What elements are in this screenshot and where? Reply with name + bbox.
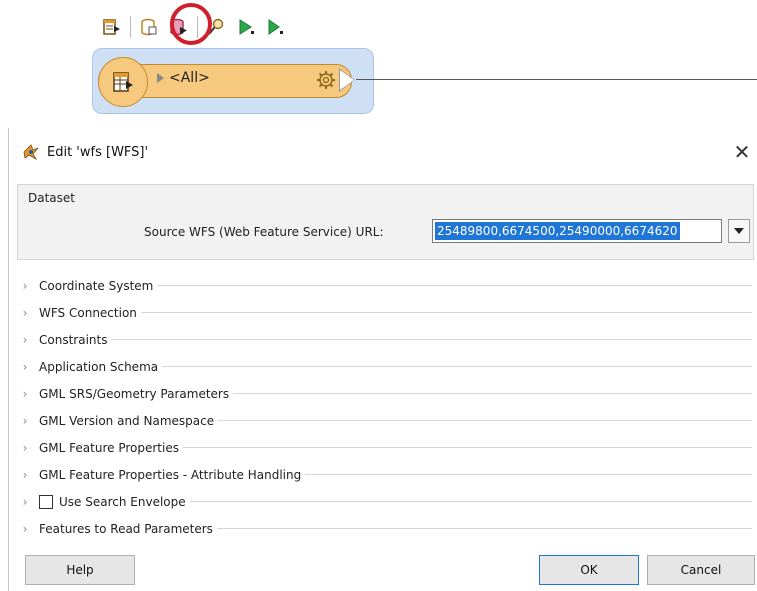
chevron-right-icon: ›: [22, 359, 28, 374]
section-divider: [157, 285, 752, 286]
close-icon: ✕: [733, 140, 751, 164]
run-button[interactable]: [234, 15, 258, 39]
section-constraints[interactable]: › Constraints: [17, 326, 754, 353]
section-gml-attribute-handling[interactable]: › GML Feature Properties - Attribute Han…: [17, 461, 754, 488]
section-features-to-read[interactable]: › Features to Read Parameters: [17, 515, 754, 542]
reader-settings-button[interactable]: [314, 68, 338, 92]
section-use-search-envelope[interactable]: › Use Search Envelope: [17, 488, 754, 515]
parameter-sections: › Coordinate System › WFS Connection › C…: [17, 272, 754, 542]
section-gml-srs-geometry[interactable]: › GML SRS/Geometry Parameters: [17, 380, 754, 407]
section-label: WFS Connection: [33, 305, 141, 320]
section-label: Constraints: [33, 332, 112, 347]
reader-node-icon: [98, 57, 148, 107]
section-divider: [111, 339, 752, 340]
section-coordinate-system[interactable]: › Coordinate System: [17, 272, 754, 299]
section-divider: [218, 420, 752, 421]
run-to-this-button[interactable]: [264, 15, 288, 39]
section-label: Application Schema: [33, 359, 163, 374]
chevron-right-icon: ›: [22, 521, 28, 536]
screen: <All> Edit 'wfs [WFS]' ✕ Dataset Source …: [0, 0, 757, 591]
section-label: GML SRS/Geometry Parameters: [33, 386, 234, 401]
dataset-legend: Dataset: [28, 191, 75, 205]
dialog-title: Edit 'wfs [WFS]': [47, 144, 149, 160]
run-icon: [239, 19, 254, 35]
section-divider: [140, 312, 752, 313]
close-button[interactable]: ✕: [730, 140, 754, 164]
add-reader-button[interactable]: [100, 15, 124, 39]
section-application-schema[interactable]: › Application Schema: [17, 353, 754, 380]
chevron-right-icon: ›: [22, 278, 28, 293]
cancel-button[interactable]: Cancel: [647, 555, 755, 585]
chevron-down-icon: [734, 228, 744, 234]
database-icon: [141, 18, 157, 36]
section-divider: [182, 447, 752, 448]
chevron-right-icon: ›: [22, 440, 28, 455]
section-gml-feature-properties[interactable]: › GML Feature Properties: [17, 434, 754, 461]
connection-line[interactable]: [356, 79, 757, 80]
help-button[interactable]: Help: [25, 555, 135, 585]
dataset-group: Dataset Source WFS (Web Feature Service)…: [17, 184, 754, 260]
dialog-footer: Help OK Cancel: [17, 552, 755, 588]
chevron-right-icon: ›: [22, 332, 28, 347]
section-divider: [216, 528, 752, 529]
run-to-this-icon: [268, 19, 283, 35]
section-wfs-connection[interactable]: › WFS Connection: [17, 299, 754, 326]
table-reader-icon: [113, 72, 133, 92]
section-divider: [189, 501, 752, 502]
edit-reader-dialog: Edit 'wfs [WFS]' ✕ Dataset Source WFS (W…: [8, 128, 757, 591]
section-label: GML Version and Namespace: [33, 413, 219, 428]
source-url-input[interactable]: 25489800,6674500,25490000,6674620: [432, 219, 722, 243]
section-label: Use Search Envelope: [53, 494, 190, 509]
chevron-right-icon: ›: [22, 413, 28, 428]
use-search-envelope-checkbox[interactable]: [39, 494, 53, 509]
section-divider: [233, 393, 752, 394]
source-url-value: 25489800,6674500,25490000,6674620: [435, 222, 680, 240]
section-divider: [162, 366, 752, 367]
port-label: <All>: [169, 70, 210, 86]
fme-icon: [21, 142, 41, 162]
toolbar-separator: [130, 16, 131, 38]
section-label: Features to Read Parameters: [33, 521, 217, 536]
add-reader-icon: [103, 19, 120, 35]
database-button[interactable]: [137, 15, 161, 39]
port-expand-icon[interactable]: [157, 73, 164, 83]
chevron-right-icon: ›: [22, 494, 28, 509]
section-gml-version-namespace[interactable]: › GML Version and Namespace: [17, 407, 754, 434]
reader-port[interactable]: <All>: [157, 70, 210, 86]
source-url-dropdown-button[interactable]: [728, 219, 750, 243]
section-label: GML Feature Properties - Attribute Handl…: [33, 467, 306, 482]
section-label: Coordinate System: [33, 278, 158, 293]
chevron-right-icon: ›: [22, 386, 28, 401]
section-divider: [305, 474, 752, 475]
ok-button[interactable]: OK: [539, 555, 639, 585]
chevron-right-icon: ›: [22, 305, 28, 320]
section-label: GML Feature Properties: [33, 440, 183, 455]
dialog-titlebar[interactable]: Edit 'wfs [WFS]' ✕: [9, 128, 757, 176]
output-port[interactable]: [340, 70, 354, 90]
highlight-circle: [170, 3, 212, 45]
chevron-right-icon: ›: [22, 467, 28, 482]
gear-icon: [317, 71, 335, 89]
source-url-label: Source WFS (Web Feature Service) URL:: [144, 225, 384, 239]
